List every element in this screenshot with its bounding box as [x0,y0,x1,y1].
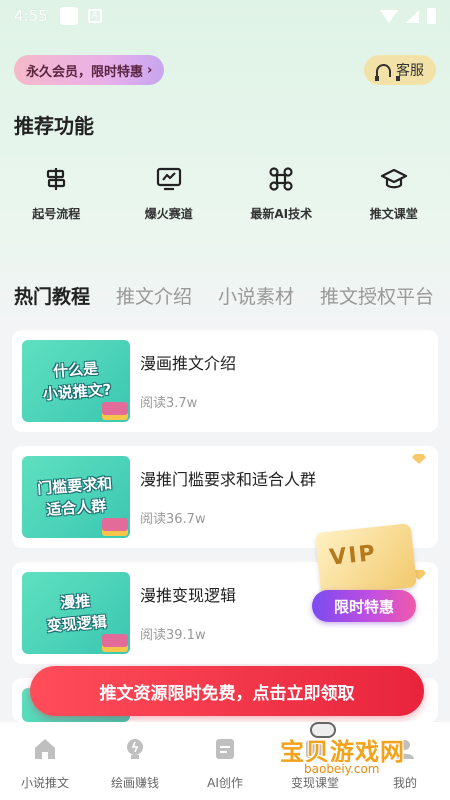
feature-ai-tech[interactable]: 最新AI技术 [225,165,338,222]
book-icon [102,634,128,652]
card-thumbnail: 漫推 变现逻辑 [22,572,130,654]
notification-square-icon [59,7,78,25]
thumbnail-text: 门槛要求和 适合人群 [37,474,114,520]
nav-label: 绘画赚钱 [110,776,159,790]
document-icon [216,739,234,759]
notification-a-icon: A [87,9,102,23]
book-icon [102,518,128,536]
signal-icon [406,9,419,23]
card-read-count: 阅读39.1w [140,628,206,643]
feature-tuiwen-class[interactable]: 推文课堂 [338,165,450,222]
feature-label: 爆火赛道 [144,207,193,221]
diamond-icon [412,454,426,464]
home-icon [35,739,55,759]
tab-hot-tutorials[interactable]: 热门教程 [14,282,90,309]
book-icon [102,402,128,420]
signpost-icon [47,168,66,190]
feature-label: 起号流程 [32,207,81,221]
free-resources-banner[interactable]: 推文资源限时免费，点击立即领取 [30,666,424,716]
vip-card: VIP [314,523,418,597]
card-title: 漫画推文介绍 [140,354,237,373]
limited-offer-button[interactable]: 限时特惠 [312,590,416,622]
headset-icon [375,63,400,81]
nav-item-drawing-earn[interactable]: 绘画赚钱 [90,722,180,800]
tutorial-card[interactable]: 什么是 小说推文? 漫画推文介绍 阅读3.7w [12,330,438,432]
vip-promo-label: 永久会员，限时特惠 [26,64,144,80]
vip-card-text: VIP [328,540,379,571]
nav-label: AI创作 [207,776,243,790]
customer-service-label: 客服 [396,63,424,79]
feature-grid: 起号流程 爆火赛道 最新AI技术 推文课堂 [0,165,450,222]
card-read-count: 阅读3.7w [140,396,198,411]
bulb-icon [127,739,143,759]
nav-label: 小说推文 [20,776,69,790]
card-title: 漫推变现逻辑 [140,586,237,605]
section-title-recommend: 推荐功能 [14,114,94,138]
thumbnail-text: 漫推 变现逻辑 [46,592,108,636]
card-read-count: 阅读36.7w [140,512,206,527]
card-thumbnail: 门槛要求和 适合人群 [22,456,130,538]
card-thumbnail: 什么是 小说推文? [22,340,130,422]
vip-promo-pill[interactable]: 永久会员，限时特惠 › [14,55,165,85]
chevron-right-icon: › [147,62,153,78]
feature-label: 推文课堂 [369,207,418,221]
nav-item-ai-create[interactable]: AI创作 [180,722,270,800]
battery-icon [427,8,436,24]
nav-item-novel-tuiwen[interactable]: 小说推文 [0,722,90,800]
thumbnail-text: 什么是 小说推文? [41,359,112,404]
watermark-url: baobeiy.com [300,762,384,776]
site-watermark: 宝贝游戏网 baobeiy.com [272,722,432,784]
status-time: 4:55 [14,7,48,25]
customer-service-button[interactable]: 客服 [364,55,436,85]
feature-signup-flow[interactable]: 起号流程 [0,165,113,222]
command-icon [269,167,293,191]
tab-tuiwen-intro[interactable]: 推文介绍 [116,282,192,309]
feature-label: 最新AI技术 [250,207,313,221]
feature-hot-track[interactable]: 爆火赛道 [113,165,226,222]
content-tabs: 热门教程 推文介绍 小说素材 推文授权平台 [14,282,434,309]
chart-monitor-icon [156,167,181,191]
graduation-cap-icon [380,168,407,189]
status-bar: 4:55 A [0,0,450,32]
tab-license-platform[interactable]: 推文授权平台 [320,282,434,309]
card-title: 漫推门槛要求和适合人群 [140,470,317,489]
wifi-icon [380,9,398,23]
tab-novel-material[interactable]: 小说素材 [218,282,294,309]
vip-float-badge[interactable]: VIP 限时特惠 [312,523,422,628]
